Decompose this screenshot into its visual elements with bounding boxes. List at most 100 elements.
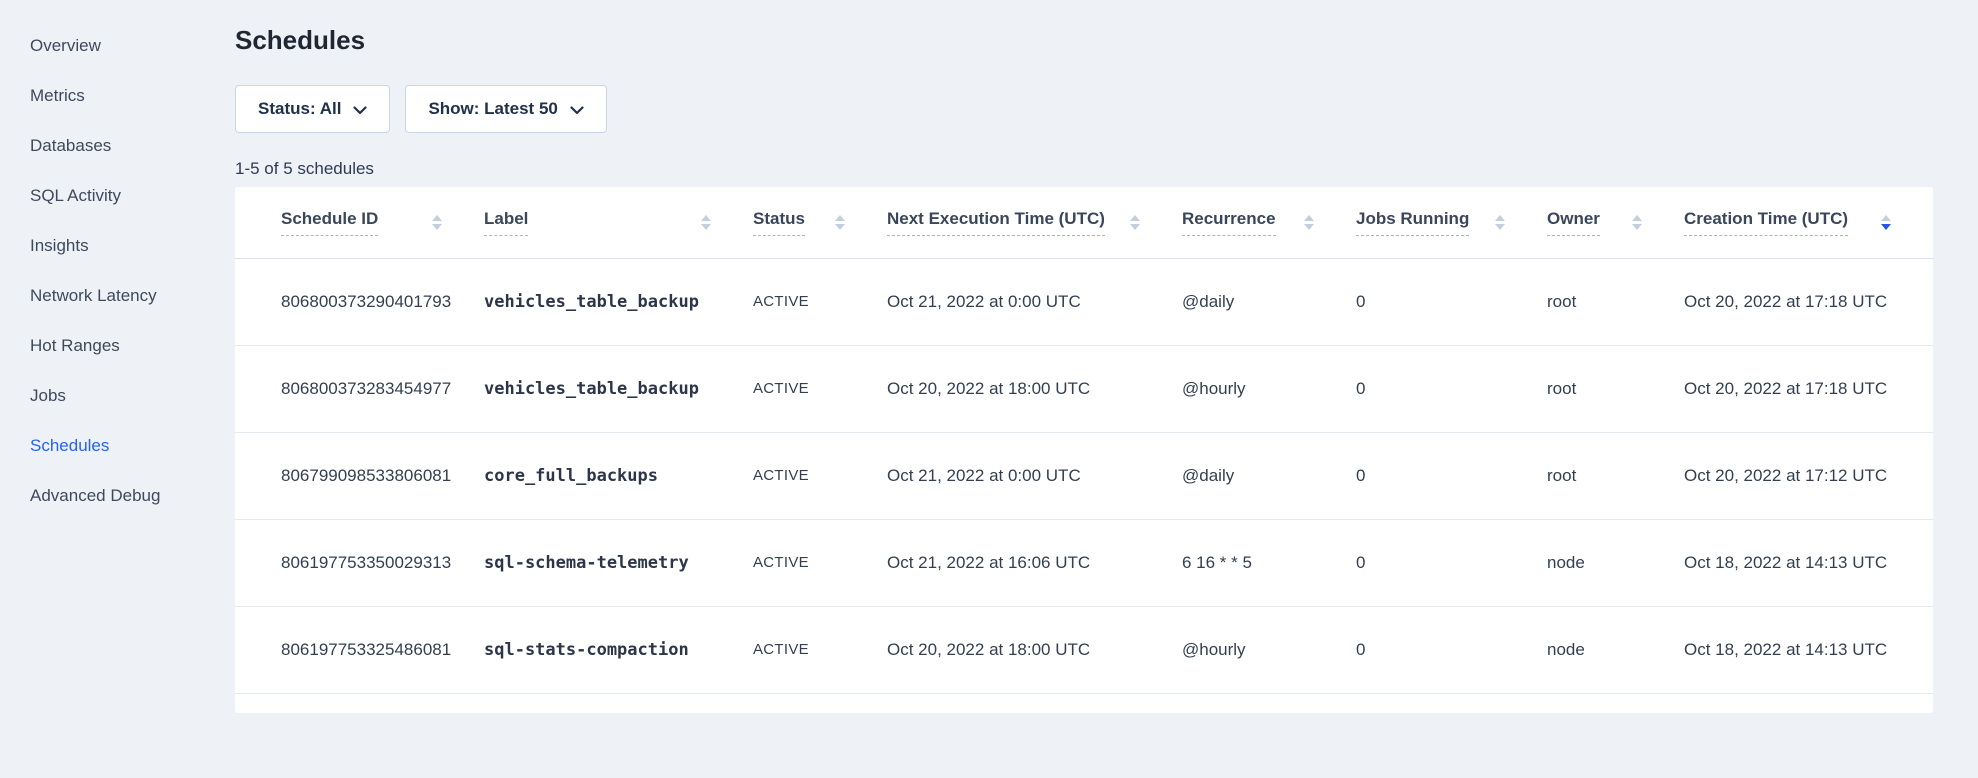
cell-creation-time-utc: Oct 20, 2022 at 17:12 UTC — [1684, 432, 1933, 519]
cell-creation-time-utc: Oct 20, 2022 at 17:18 UTC — [1684, 345, 1933, 432]
cell-jobs-running: 0 — [1356, 258, 1547, 345]
cell-next-execution-time-utc: Oct 20, 2022 at 18:00 UTC — [887, 606, 1182, 693]
cell-recurrence: @daily — [1182, 258, 1356, 345]
cell-status: ACTIVE — [753, 519, 887, 606]
cell-schedule-id: 806799098533806081 — [235, 432, 484, 519]
column-label: Status — [753, 209, 805, 236]
sidebar-item-advanced-debug[interactable]: Advanced Debug — [0, 471, 215, 521]
cell-next-execution-time-utc: Oct 20, 2022 at 18:00 UTC — [887, 345, 1182, 432]
cell-jobs-running: 0 — [1356, 519, 1547, 606]
table-row[interactable]: 806800373283454977vehicles_table_backupA… — [235, 345, 1933, 432]
sort-arrows-icon[interactable] — [1881, 215, 1891, 230]
table-header-row: Schedule ID LabelStatus Next Execution Tim… — [235, 187, 1933, 258]
sort-desc-icon — [1881, 224, 1891, 230]
cell-owner: root — [1547, 345, 1684, 432]
sidebar-nav: OverviewMetricsDatabasesSQL ActivityInsi… — [0, 0, 215, 778]
cell-jobs-running: 0 — [1356, 606, 1547, 693]
column-label: Jobs Running — [1356, 209, 1469, 236]
cell-status: ACTIVE — [753, 345, 887, 432]
cell-status: ACTIVE — [753, 606, 887, 693]
column-header-schedule-id[interactable]: Schedule ID — [235, 187, 484, 258]
cell-next-execution-time-utc: Oct 21, 2022 at 0:00 UTC — [887, 432, 1182, 519]
cell-recurrence: @hourly — [1182, 606, 1356, 693]
chevron-down-icon — [570, 106, 584, 115]
sort-desc-icon — [1130, 224, 1140, 230]
sort-desc-icon — [1304, 224, 1314, 230]
schedules-table: Schedule ID LabelStatus Next Execution Tim… — [235, 187, 1933, 694]
column-label: Schedule ID — [281, 209, 378, 236]
cell-owner: node — [1547, 606, 1684, 693]
page-title: Schedules — [235, 24, 1933, 56]
app-window: OverviewMetricsDatabasesSQL ActivityInsi… — [0, 0, 1978, 778]
cell-schedule-id: 806800373290401793 — [235, 258, 484, 345]
sidebar-item-jobs[interactable]: Jobs — [0, 371, 215, 421]
table-row[interactable]: 806197753325486081sql-stats-compactionAC… — [235, 606, 1933, 693]
table-row[interactable]: 806800373290401793vehicles_table_backupA… — [235, 258, 1933, 345]
cell-schedule-id: 806197753325486081 — [235, 606, 484, 693]
sidebar-item-schedules[interactable]: Schedules — [0, 421, 215, 471]
column-label: Creation Time (UTC) — [1684, 209, 1848, 236]
cell-creation-time-utc: Oct 18, 2022 at 14:13 UTC — [1684, 606, 1933, 693]
column-header-jobs-running[interactable]: Jobs Running — [1356, 187, 1547, 258]
cell-recurrence: 6 16 * * 5 — [1182, 519, 1356, 606]
sort-arrows-icon[interactable] — [1130, 215, 1140, 230]
cell-status: ACTIVE — [753, 432, 887, 519]
cell-next-execution-time-utc: Oct 21, 2022 at 16:06 UTC — [887, 519, 1182, 606]
sort-desc-icon — [701, 224, 711, 230]
show-limit-dropdown[interactable]: Show: Latest 50 — [405, 85, 606, 133]
sort-asc-icon — [1495, 215, 1505, 221]
sort-asc-icon — [701, 215, 711, 221]
status-filter-label: Status: All — [258, 99, 341, 119]
cell-label: sql-schema-telemetry — [484, 519, 753, 606]
cell-recurrence: @daily — [1182, 432, 1356, 519]
column-header-label[interactable]: Label — [484, 187, 753, 258]
show-limit-label: Show: Latest 50 — [428, 99, 557, 119]
cell-creation-time-utc: Oct 18, 2022 at 14:13 UTC — [1684, 519, 1933, 606]
cell-schedule-id: 806800373283454977 — [235, 345, 484, 432]
cell-label: core_full_backups — [484, 432, 753, 519]
status-filter-dropdown[interactable]: Status: All — [235, 85, 390, 133]
column-label: Next Execution Time (UTC) — [887, 209, 1105, 236]
sort-arrows-icon[interactable] — [701, 215, 711, 230]
sidebar-item-insights[interactable]: Insights — [0, 221, 215, 271]
sort-desc-icon — [1495, 224, 1505, 230]
column-label: Recurrence — [1182, 209, 1276, 236]
table-row[interactable]: 806799098533806081core_full_backupsACTIV… — [235, 432, 1933, 519]
cell-creation-time-utc: Oct 20, 2022 at 17:18 UTC — [1684, 258, 1933, 345]
sort-arrows-icon[interactable] — [1632, 215, 1642, 230]
sidebar-item-network-latency[interactable]: Network Latency — [0, 271, 215, 321]
cell-label: sql-stats-compaction — [484, 606, 753, 693]
sort-arrows-icon[interactable] — [835, 215, 845, 230]
column-header-status[interactable]: Status — [753, 187, 887, 258]
cell-recurrence: @hourly — [1182, 345, 1356, 432]
sort-asc-icon — [835, 215, 845, 221]
table-row[interactable]: 806197753350029313sql-schema-telemetryAC… — [235, 519, 1933, 606]
column-header-next-execution-time-utc[interactable]: Next Execution Time (UTC) — [887, 187, 1182, 258]
sort-asc-icon — [1881, 215, 1891, 221]
cell-next-execution-time-utc: Oct 21, 2022 at 0:00 UTC — [887, 258, 1182, 345]
results-count: 1-5 of 5 schedules — [235, 158, 1933, 180]
chevron-down-icon — [353, 106, 367, 115]
sidebar-item-databases[interactable]: Databases — [0, 121, 215, 171]
sort-desc-icon — [835, 224, 845, 230]
schedules-table-card: Schedule ID LabelStatus Next Execution Tim… — [235, 187, 1933, 713]
sort-desc-icon — [1632, 224, 1642, 230]
sort-arrows-icon[interactable] — [1495, 215, 1505, 230]
sidebar-item-sql-activity[interactable]: SQL Activity — [0, 171, 215, 221]
column-header-creation-time-utc[interactable]: Creation Time (UTC) — [1684, 187, 1933, 258]
column-header-owner[interactable]: Owner — [1547, 187, 1684, 258]
sort-arrows-icon[interactable] — [432, 215, 442, 230]
sort-asc-icon — [1130, 215, 1140, 221]
column-header-recurrence[interactable]: Recurrence — [1182, 187, 1356, 258]
sidebar-item-metrics[interactable]: Metrics — [0, 71, 215, 121]
cell-schedule-id: 806197753350029313 — [235, 519, 484, 606]
cell-owner: root — [1547, 258, 1684, 345]
sidebar-item-overview[interactable]: Overview — [0, 21, 215, 71]
sort-asc-icon — [432, 215, 442, 221]
sort-arrows-icon[interactable] — [1304, 215, 1314, 230]
cell-status: ACTIVE — [753, 258, 887, 345]
sidebar-item-hot-ranges[interactable]: Hot Ranges — [0, 321, 215, 371]
main-content: Schedules Status: All Show: Latest 50 1-… — [235, 0, 1933, 713]
cell-label: vehicles_table_backup — [484, 345, 753, 432]
cell-jobs-running: 0 — [1356, 345, 1547, 432]
